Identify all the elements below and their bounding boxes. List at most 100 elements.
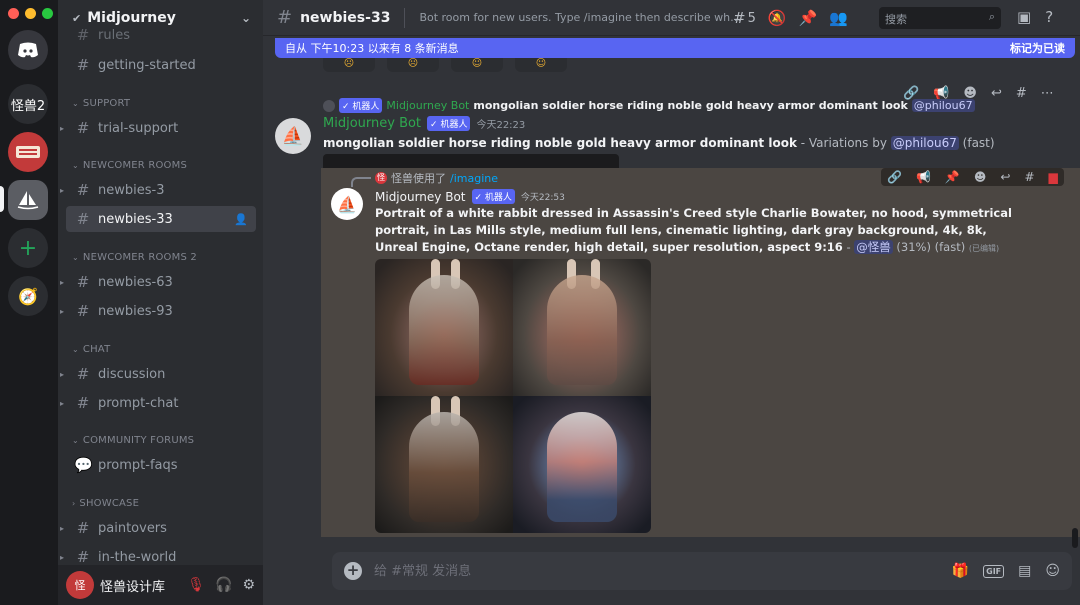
chevron-down-icon: ⌄ — [72, 161, 79, 170]
bot-badge: ✓ 机器人 — [427, 116, 471, 131]
sidebar-item-prompt-faqs[interactable]: 💬 prompt-faqs — [66, 452, 256, 478]
mark-as-read-button[interactable]: 标记为已读 — [1010, 40, 1065, 56]
reaction-emoji[interactable]: ☹ — [323, 58, 375, 72]
settings-gear-icon[interactable]: ⚙ — [242, 577, 255, 593]
image-preview-edge[interactable] — [323, 154, 619, 168]
command-reply-line[interactable]: 怪 怪兽使用了 /imagine — [375, 170, 498, 186]
category-chat[interactable]: ⌄ CHAT — [72, 344, 110, 355]
sidebar-item-newbies-63[interactable]: ▸ # newbies-63 — [60, 269, 256, 295]
sidebar-item-discussion[interactable]: ▸ # discussion — [60, 361, 256, 387]
inbox-icon[interactable]: ▣ — [1017, 8, 1031, 26]
chevron-down-icon: ⌄ — [72, 253, 79, 262]
slash-command-link[interactable]: /imagine — [450, 172, 498, 185]
category-support[interactable]: ⌄ SUPPORT — [72, 98, 130, 109]
new-messages-banner[interactable]: 自从 下午10:23 以来有 8 条新消息 标记为已读 — [275, 38, 1075, 58]
username[interactable]: 怪兽设计库 — [100, 576, 165, 595]
upload-plus-button[interactable]: + — [344, 562, 362, 580]
server-rail: 怪兽2 + 🧭 — [0, 0, 58, 605]
server-red-icon[interactable] — [8, 132, 48, 172]
hash-icon: # — [277, 7, 293, 28]
thread-icon[interactable]: # — [1024, 170, 1034, 184]
search-input[interactable]: 搜索 ⌕ — [879, 7, 1001, 29]
generated-image[interactable] — [513, 259, 651, 396]
reaction-bar: ☹ ☹ ☺ ☺ — [323, 58, 567, 72]
generated-image[interactable] — [513, 396, 651, 533]
mention[interactable]: @philou67 — [890, 136, 959, 150]
chat-area: # newbies-33 Bot room for new users. Typ… — [263, 0, 1080, 605]
more-icon[interactable]: ⋯ — [1041, 86, 1054, 101]
category-showcase[interactable]: › SHOWCASE — [72, 498, 139, 509]
home-button[interactable] — [8, 30, 48, 70]
pin-icon[interactable]: 📌 — [799, 9, 818, 27]
avatar[interactable]: ⛵ — [275, 118, 311, 154]
channel-topic[interactable]: Bot room for new users. Type /imagine th… — [419, 11, 741, 24]
avatar — [323, 99, 335, 112]
sticker-icon[interactable]: ▤ — [1018, 563, 1031, 579]
threads-count: 5 — [747, 10, 756, 26]
emoji-react-icon[interactable]: ☻ — [974, 170, 987, 184]
message-author[interactable]: Midjourney Bot — [323, 116, 421, 131]
add-member-icon[interactable]: 👤 — [234, 213, 248, 226]
hash-icon: # — [76, 548, 90, 566]
sidebar-item-prompt-chat[interactable]: ▸ # prompt-chat — [60, 390, 256, 416]
mute-channel-icon[interactable]: 🔕 — [768, 9, 787, 27]
category-community-forums[interactable]: ⌄ COMMUNITY FORUMS — [72, 435, 194, 446]
header-tools: # 5 🔕 📌 👥 — [733, 9, 848, 27]
minimize-window-button[interactable] — [25, 8, 36, 19]
thread-hash-icon: # — [76, 394, 90, 412]
generated-image[interactable] — [375, 259, 513, 396]
sidebar-item-newbies-3[interactable]: ▸ # newbies-3 — [60, 177, 256, 203]
zoom-window-button[interactable] — [42, 8, 53, 19]
sidebar-item-newbies-33[interactable]: # newbies-33 👤 — [66, 206, 256, 232]
generated-image[interactable] — [375, 396, 513, 533]
reply-icon[interactable]: ↩ — [991, 86, 1002, 101]
reaction-emoji[interactable]: ☺ — [451, 58, 503, 72]
reply-icon[interactable]: ↩ — [1000, 170, 1010, 184]
emoji-icon[interactable]: ☺ — [1045, 563, 1060, 579]
message-author[interactable]: Midjourney Bot — [375, 190, 466, 204]
avatar[interactable]: ⛵ — [331, 188, 363, 220]
sidebar-item-trial-support[interactable]: ▸ # trial-support — [60, 115, 256, 141]
server-midjourney[interactable] — [8, 180, 48, 220]
pin-icon[interactable]: 📌 — [945, 170, 960, 184]
delete-icon[interactable]: ▆ — [1049, 170, 1058, 184]
avatar[interactable]: 怪 — [66, 571, 94, 599]
chevron-right-icon: › — [72, 499, 76, 508]
message-input[interactable] — [374, 563, 914, 579]
server-guaishou2[interactable]: 怪兽2 — [8, 84, 48, 124]
generated-image-grid[interactable] — [375, 259, 651, 533]
headphones-icon[interactable]: 🎧 — [215, 577, 232, 593]
search-icon: ⌕ — [988, 10, 995, 23]
explore-servers-button[interactable]: 🧭 — [8, 276, 48, 316]
hash-icon: # — [76, 26, 90, 44]
members-icon[interactable]: 👥 — [829, 9, 848, 27]
reaction-emoji[interactable]: ☺ — [515, 58, 567, 72]
reply-preview[interactable]: ✓ 机器人 Midjourney Bot mongolian soldier h… — [323, 98, 975, 113]
megaphone-icon[interactable]: 📢 — [916, 170, 931, 184]
close-window-button[interactable] — [8, 8, 19, 19]
sidebar-item-getting-started[interactable]: # getting-started — [66, 52, 256, 78]
thread-hash-icon: # — [76, 181, 90, 199]
gift-icon[interactable]: 🎁 — [952, 563, 969, 579]
sidebar-item-newbies-93[interactable]: ▸ # newbies-93 — [60, 298, 256, 324]
add-server-button[interactable]: + — [8, 228, 48, 268]
hash-icon: # — [76, 56, 90, 74]
mention[interactable]: @怪兽 — [854, 240, 893, 254]
threads-icon[interactable]: # — [733, 9, 746, 27]
chevron-down-icon: ⌄ — [240, 11, 251, 25]
category-newcomer-rooms[interactable]: ⌄ NEWCOMER ROOMS — [72, 160, 187, 171]
mention[interactable]: @philou67 — [911, 99, 975, 112]
reaction-emoji[interactable]: ☹ — [387, 58, 439, 72]
sidebar-item-paintovers[interactable]: ▸ # paintovers — [60, 515, 256, 541]
scrollbar[interactable] — [1072, 528, 1078, 548]
header-right-tools: ▣ ? — [1017, 8, 1053, 26]
user-avatar-small: 怪 — [375, 172, 387, 184]
gif-icon[interactable]: GIF — [983, 564, 1005, 578]
category-newcomer-rooms-2[interactable]: ⌄ NEWCOMER ROOMS 2 — [72, 252, 197, 263]
highlighted-message: 怪 怪兽使用了 /imagine 🔗 📢 📌 ☻ ↩ # ▆ ⛵ Midjour… — [321, 168, 1080, 537]
thread-icon[interactable]: # — [1016, 86, 1027, 101]
mic-muted-icon[interactable]: 🎙 — [187, 577, 205, 593]
link-icon[interactable]: 🔗 — [887, 170, 902, 184]
sidebar-item-rules[interactable]: # rules — [66, 24, 256, 46]
help-icon[interactable]: ? — [1045, 8, 1053, 26]
